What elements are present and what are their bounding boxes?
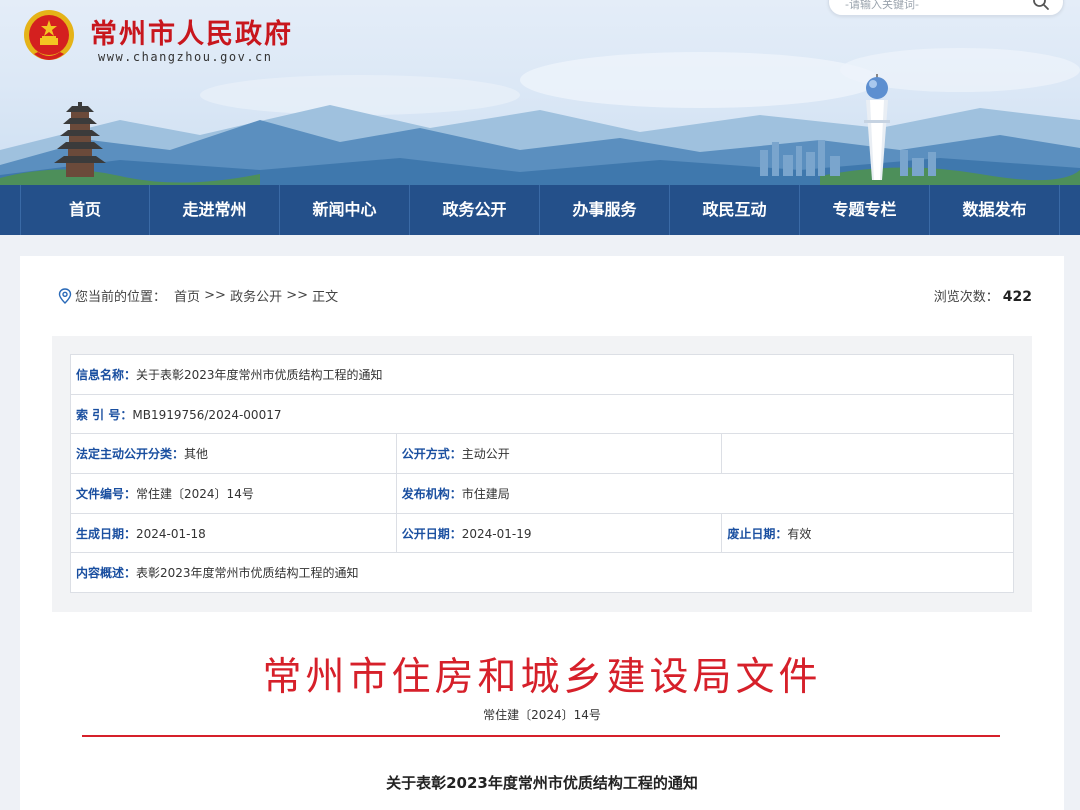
search-input[interactable] (845, 0, 1015, 13)
info-cell: 信息名称：关于表彰2023年度常州市优质结构工程的通知 (70, 354, 1014, 395)
info-name-label: 信息名称： (76, 367, 137, 382)
info-created-label: 生成日期： (76, 526, 137, 541)
breadcrumb-separator: >> (282, 288, 313, 303)
search-box (828, 0, 1064, 16)
red-divider (82, 735, 1000, 737)
info-docno-label: 文件编号： (76, 486, 137, 501)
info-cell: 生成日期：2024-01-18 (70, 512, 397, 554)
info-index-label: 索 引 号： (76, 407, 133, 422)
info-cell: 公开日期：2024-01-19 (395, 512, 723, 554)
breadcrumb: 您当前的位置： 首页 >> 政务公开 >> 正文 (58, 286, 338, 305)
nav-item-government-affairs[interactable]: 政务公开 (410, 185, 540, 235)
info-created-value: 2024-01-18 (136, 526, 206, 541)
national-emblem-icon (24, 10, 74, 60)
search-icon[interactable] (1031, 0, 1051, 12)
nav-item-about-changzhou[interactable]: 走进常州 (150, 185, 280, 235)
info-cell: 内容概述：表彰2023年度常州市优质结构工程的通知 (70, 552, 1014, 594)
content-card: 您当前的位置： 首页 >> 政务公开 >> 正文 浏览次数： 422 信息名称：关… (20, 256, 1064, 810)
table-row: 文件编号：常住建〔2024〕14号 发布机构：市住建局 (70, 473, 1015, 514)
info-table-panel: 信息名称：关于表彰2023年度常州市优质结构工程的通知 索 引 号：MB1919… (52, 336, 1032, 612)
document-number: 常住建〔2024〕14号 (483, 708, 601, 722)
issuer-title: 常州市住房和城乡建设局文件 (262, 655, 822, 700)
nav-item-home[interactable]: 首页 (20, 185, 150, 235)
info-cell-empty (721, 433, 1014, 475)
breadcrumb-prefix: 您当前的位置： (75, 290, 167, 305)
info-summary-label: 内容概述： (76, 566, 137, 581)
info-cell: 废止日期：有效 (721, 512, 1014, 554)
main-nav: 首页 走进常州 新闻中心 政务公开 办事服务 政民互动 专题专栏 数据发布 (0, 185, 1080, 235)
notice-title: 关于表彰2023年度常州市优质结构工程的通知 (386, 774, 698, 792)
header-banner: 常州市人民政府 www.changzhou.gov.cn (0, 0, 1080, 185)
nav-item-interaction[interactable]: 政民互动 (670, 185, 800, 235)
info-docno-value: 常住建〔2024〕14号 (136, 486, 254, 501)
breadcrumb-home-link[interactable]: 首页 (174, 286, 200, 305)
location-pin-icon (58, 287, 72, 304)
info-cell: 文件编号：常住建〔2024〕14号 (70, 473, 397, 514)
nav-item-news[interactable]: 新闻中心 (280, 185, 410, 235)
table-row: 内容概述：表彰2023年度常州市优质结构工程的通知 (70, 552, 1014, 594)
site-title[interactable]: 常州市人民政府 (90, 12, 293, 51)
info-index-value: MB1919756/2024-00017 (132, 407, 282, 422)
info-cell: 法定主动公开分类：其他 (70, 433, 397, 475)
table-row: 法定主动公开分类：其他 公开方式：主动公开 (70, 433, 1014, 475)
breadcrumb-section-link[interactable]: 政务公开 (230, 286, 282, 305)
view-count-label: 浏览次数： (933, 290, 999, 305)
info-table: 信息名称：关于表彰2023年度常州市优质结构工程的通知 索 引 号：MB1919… (70, 354, 1015, 594)
info-published-label: 公开日期： (401, 526, 462, 541)
nav-item-services[interactable]: 办事服务 (540, 185, 670, 235)
info-summary-value: 表彰2023年度常州市优质结构工程的通知 (136, 566, 359, 581)
view-count-value: 422 (1002, 289, 1032, 305)
info-method-label: 公开方式： (401, 447, 462, 462)
info-cell: 公开方式：主动公开 (395, 433, 723, 475)
nav-item-topics[interactable]: 专题专栏 (800, 185, 930, 235)
info-category-label: 法定主动公开分类： (76, 447, 185, 462)
table-row: 生成日期：2024-01-18 公开日期：2024-01-19 废止日期：有效 (70, 512, 1014, 554)
info-method-value: 主动公开 (461, 447, 510, 462)
info-category-value: 其他 (184, 447, 209, 462)
info-publisher-value: 市住建局 (461, 486, 510, 501)
table-row: 索 引 号：MB1919756/2024-00017 (70, 393, 1014, 435)
breadcrumb-current: 正文 (312, 290, 339, 305)
info-published-value: 2024-01-19 (461, 526, 532, 541)
nav-item-data-release[interactable]: 数据发布 (930, 185, 1060, 235)
info-expiry-value: 有效 (787, 526, 812, 541)
view-count: 浏览次数： 422 (934, 286, 1032, 305)
info-cell: 索 引 号：MB1919756/2024-00017 (70, 393, 1014, 435)
info-name-value: 关于表彰2023年度常州市优质结构工程的通知 (136, 367, 383, 382)
info-expiry-label: 废止日期： (727, 526, 788, 541)
site-domain: www.changzhou.gov.cn (98, 50, 273, 64)
info-cell: 发布机构：市住建局 (395, 473, 1015, 514)
table-row: 信息名称：关于表彰2023年度常州市优质结构工程的通知 (70, 354, 1014, 395)
breadcrumb-separator: >> (200, 288, 231, 303)
info-publisher-label: 发布机构： (401, 486, 462, 501)
